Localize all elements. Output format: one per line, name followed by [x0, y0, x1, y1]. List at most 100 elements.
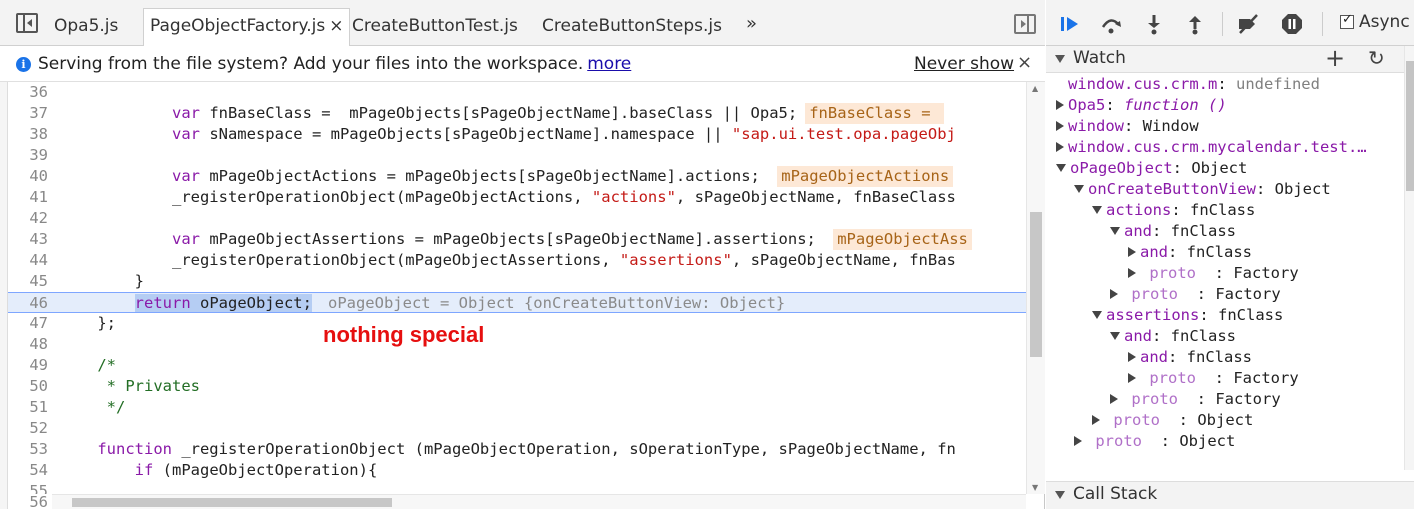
line-number[interactable]: 43 [8, 229, 48, 250]
expand-down-icon[interactable] [1074, 185, 1084, 193]
code-line[interactable]: 47 }; [8, 313, 1026, 334]
line-number[interactable]: 48 [8, 334, 48, 355]
scrollbar-thumb[interactable] [1406, 61, 1414, 191]
watch-row[interactable]: proto : Factory [1046, 284, 1406, 305]
step-out-icon[interactable] [1183, 12, 1207, 36]
line-number[interactable]: 51 [8, 397, 48, 418]
code-editor[interactable]: 36 37 var fnBaseClass = mPageObjects[sPag… [8, 82, 1026, 494]
code-line[interactable]: 54 if (mPageObjectOperation){ [8, 460, 1026, 481]
watch-row[interactable]: proto : Factory [1046, 263, 1406, 284]
call-stack-section-header[interactable]: Call Stack [1046, 481, 1414, 509]
code-line[interactable]: 48 [8, 334, 1026, 355]
line-number[interactable]: 55 [8, 481, 48, 494]
tab-createbuttontest[interactable]: CreateButtonTest.js [352, 9, 518, 46]
current-execution-line[interactable]: 46 return oPageObject; oPageObject = Obje… [8, 292, 1026, 313]
editor-vertical-scrollbar[interactable]: ▲ ▼ [1026, 82, 1045, 494]
code-line[interactable]: 50 * Privates [8, 376, 1026, 397]
line-number[interactable]: 50 [8, 376, 48, 397]
never-show-link[interactable]: Never show [914, 54, 1014, 74]
resume-icon[interactable] [1058, 12, 1082, 36]
code-line[interactable]: 40 var mPageObjectActions = mPageObjects… [8, 166, 1026, 187]
line-number[interactable]: 40 [8, 166, 48, 187]
watch-row[interactable]: window: Window [1046, 116, 1406, 137]
watch-row[interactable]: and: fnClass [1046, 326, 1406, 347]
tab-overflow-chevron-icon[interactable]: » [746, 13, 757, 34]
tab-createbuttonsteps[interactable]: CreateButtonSteps.js [542, 9, 722, 46]
code-line[interactable]: 42 [8, 208, 1026, 229]
line-number[interactable]: 36 [8, 82, 48, 103]
line-number[interactable]: 54 [8, 460, 48, 481]
expand-right-icon[interactable] [1110, 289, 1118, 299]
line-number[interactable]: 44 [8, 250, 48, 271]
code-line[interactable]: 51 */ [8, 397, 1026, 418]
line-number[interactable]: 45 [8, 271, 48, 292]
line-number[interactable]: 47 [8, 313, 48, 334]
watch-row[interactable]: oPageObject: Object [1046, 158, 1406, 179]
code-line[interactable]: 53 function _registerOperationObject (mP… [8, 439, 1026, 460]
line-number[interactable]: 52 [8, 418, 48, 439]
line-number[interactable]: 39 [8, 145, 48, 166]
watch-row[interactable]: proto : Factory [1046, 368, 1406, 389]
expand-down-icon[interactable] [1092, 206, 1102, 214]
line-number[interactable]: 41 [8, 187, 48, 208]
watch-row[interactable]: and: fnClass [1046, 242, 1406, 263]
expand-right-icon[interactable] [1110, 394, 1118, 404]
code-line[interactable]: 41 _registerOperationObject(mPageObjectA… [8, 187, 1026, 208]
line-number[interactable]: 53 [8, 439, 48, 460]
watch-row[interactable]: and: fnClass [1046, 347, 1406, 368]
code-line[interactable]: 39 [8, 145, 1026, 166]
line-number[interactable]: 42 [8, 208, 48, 229]
expand-right-icon[interactable] [1056, 142, 1064, 152]
code-line[interactable]: 55 [8, 481, 1026, 494]
line-number[interactable]: 49 [8, 355, 48, 376]
watch-row[interactable]: window.cus.crm.mycalendar.test.… [1046, 137, 1406, 158]
watch-row[interactable]: Opa5: function () [1046, 95, 1406, 116]
code-line[interactable]: 44 _registerOperationObject(mPageObjectA… [8, 250, 1026, 271]
code-line[interactable]: 36 [8, 82, 1026, 103]
expand-right-icon[interactable] [1056, 121, 1064, 131]
editor-horizontal-scrollbar[interactable] [52, 494, 1026, 509]
toggle-debugger-icon[interactable] [1014, 14, 1036, 34]
code-line[interactable]: 38 var sNamespace = mPageObjects[sPageOb… [8, 124, 1026, 145]
watch-row[interactable]: window.cus.crm.m: undefined [1046, 74, 1406, 95]
tab-opa5[interactable]: Opa5.js [54, 9, 118, 46]
watch-row[interactable]: proto : Object [1046, 431, 1406, 452]
add-watch-button[interactable]: + [1325, 44, 1345, 72]
code-line[interactable]: 45 } [8, 271, 1026, 292]
watch-row[interactable]: proto : Object [1046, 410, 1406, 431]
close-icon[interactable]: × [1017, 52, 1032, 73]
line-number[interactable]: 46 [8, 293, 48, 314]
line-number[interactable]: 38 [8, 124, 48, 145]
watch-row[interactable]: assertions: fnClass [1046, 305, 1406, 326]
expand-right-icon[interactable] [1074, 436, 1082, 446]
scrollbar-thumb[interactable] [72, 498, 392, 507]
expand-down-icon[interactable] [1110, 332, 1120, 340]
expand-right-icon[interactable] [1056, 100, 1064, 110]
expand-down-icon[interactable] [1056, 164, 1066, 172]
watch-row[interactable]: proto : Factory [1046, 389, 1406, 410]
step-over-icon[interactable] [1099, 12, 1123, 36]
pause-on-exceptions-icon[interactable] [1280, 12, 1304, 36]
expand-down-icon[interactable] [1092, 311, 1102, 319]
scroll-up-arrow-icon[interactable]: ▲ [1032, 84, 1038, 93]
code-line[interactable]: 49 /* [8, 355, 1026, 376]
async-checkbox[interactable] [1340, 12, 1354, 29]
code-line[interactable]: 37 var fnBaseClass = mPageObjects[sPageO… [8, 103, 1026, 124]
step-into-icon[interactable] [1142, 12, 1166, 36]
expand-right-icon[interactable] [1128, 247, 1136, 257]
expand-right-icon[interactable] [1128, 268, 1136, 278]
deactivate-breakpoints-icon[interactable] [1236, 12, 1260, 36]
line-number[interactable]: 37 [8, 103, 48, 124]
code-line[interactable]: 43 var mPageObjectAssertions = mPageObje… [8, 229, 1026, 250]
code-line[interactable]: 52 [8, 418, 1026, 439]
expand-right-icon[interactable] [1128, 373, 1136, 383]
more-link[interactable]: more [587, 54, 631, 74]
tab-pageobjectfactory[interactable]: PageObjectFactory.js × [143, 8, 351, 46]
scroll-down-arrow-icon[interactable]: ▼ [1032, 483, 1038, 492]
refresh-icon[interactable]: ↻ [1368, 46, 1385, 70]
scrollbar-thumb[interactable] [1030, 212, 1042, 357]
watch-row[interactable]: onCreateButtonView: Object [1046, 179, 1406, 200]
watch-row[interactable]: actions: fnClass [1046, 200, 1406, 221]
sidebar-scrollbar[interactable] [1404, 46, 1414, 470]
watch-row[interactable]: and: fnClass [1046, 221, 1406, 242]
